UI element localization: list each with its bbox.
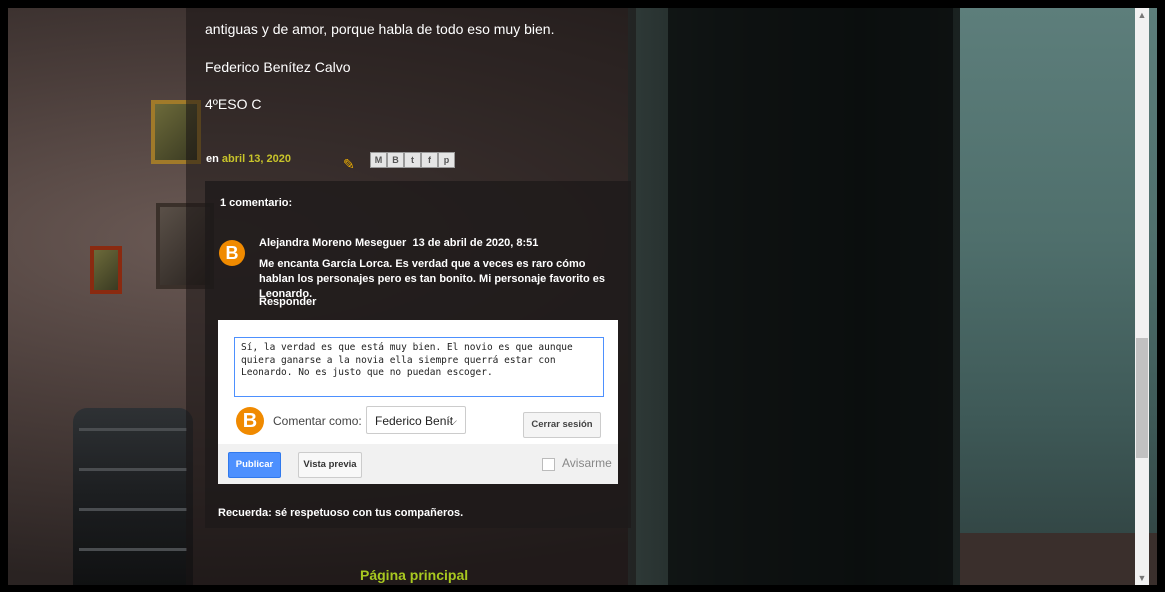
- comment-form-footer: Publicar Vista previa Avisarme: [218, 444, 618, 484]
- logout-button[interactable]: Cerrar sesión: [523, 412, 601, 438]
- scroll-up-arrow-icon[interactable]: ▲: [1135, 8, 1149, 22]
- edit-pencil-icon[interactable]: ✎: [343, 156, 355, 173]
- post-class-line: 4ºESO C: [205, 96, 262, 112]
- blogger-share-icon[interactable]: B: [387, 152, 404, 168]
- notify-label[interactable]: Avisarme: [562, 456, 612, 470]
- reply-link[interactable]: Responder: [259, 296, 316, 308]
- comment-timestamp[interactable]: 13 de abril de 2020, 8:51: [412, 237, 538, 249]
- background-picture-frame: [90, 246, 122, 294]
- post-meta: en abril 13, 2020: [206, 153, 291, 165]
- blogger-avatar-icon: B: [236, 407, 264, 435]
- post-body-line: antiguas y de amor, porque habla de todo…: [205, 21, 555, 37]
- comment-author-name[interactable]: Alejandra Moreno Meseguer: [259, 237, 406, 249]
- preview-button[interactable]: Vista previa: [298, 452, 362, 478]
- background-teal-wall: [960, 8, 1157, 585]
- page-scrollbar[interactable]: ▲ ▼: [1135, 8, 1149, 585]
- account-select-value: Federico Benít: [375, 414, 454, 428]
- publish-button[interactable]: Publicar: [228, 452, 281, 478]
- facebook-share-icon[interactable]: f: [421, 152, 438, 168]
- email-share-icon[interactable]: M: [370, 152, 387, 168]
- comment-as-label: Comentar como:: [273, 414, 362, 428]
- home-page-link[interactable]: Página principal: [360, 567, 468, 583]
- scrollbar-thumb[interactable]: [1136, 338, 1148, 458]
- account-select[interactable]: Federico Benít ⌵: [366, 406, 466, 434]
- notify-checkbox[interactable]: [542, 458, 555, 471]
- post-date-link[interactable]: abril 13, 2020: [222, 153, 291, 165]
- comment-policy-text: Recuerda: sé respetuoso con tus compañer…: [218, 507, 464, 519]
- share-buttons: M B t f p: [370, 152, 455, 168]
- chevron-down-icon: ⌵: [447, 414, 457, 428]
- twitter-share-icon[interactable]: t: [404, 152, 421, 168]
- comments-count-title: 1 comentario:: [220, 197, 293, 209]
- comment-form: Sí, la verdad es que está muy bien. El n…: [218, 320, 618, 484]
- scroll-down-arrow-icon[interactable]: ▼: [1135, 571, 1149, 585]
- comment-textarea[interactable]: Sí, la verdad es que está muy bien. El n…: [234, 337, 604, 397]
- pinterest-share-icon[interactable]: p: [438, 152, 455, 168]
- background-dark-column: [668, 8, 953, 585]
- blogger-avatar-icon: B: [219, 240, 245, 266]
- comment-author: Alejandra Moreno Meseguer 13 de abril de…: [259, 237, 538, 249]
- background-sofa: [73, 408, 193, 585]
- post-meta-prefix: en: [206, 153, 219, 165]
- post-author-line: Federico Benítez Calvo: [205, 59, 351, 75]
